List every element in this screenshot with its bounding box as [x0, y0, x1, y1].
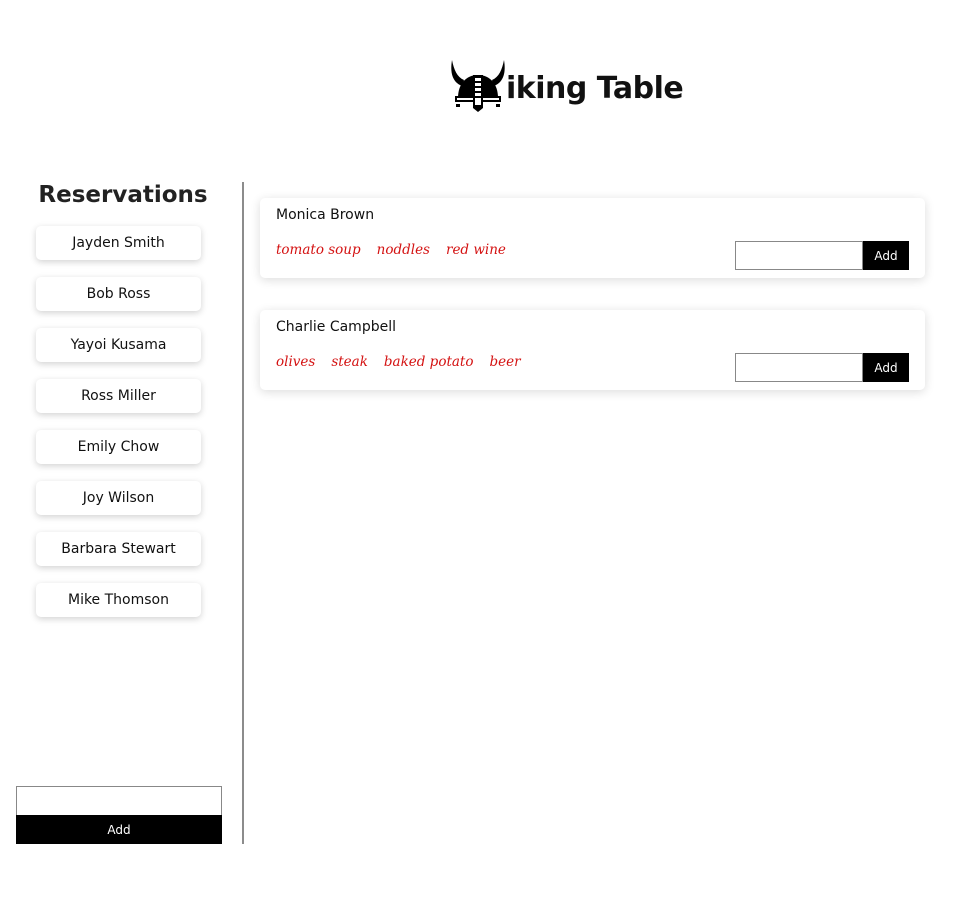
food-item: beer	[489, 354, 521, 370]
viking-helmet-icon	[451, 60, 505, 112]
add-reservation-button[interactable]: Add	[16, 815, 222, 844]
customer-card: Monica Brown tomato soup noddles red win…	[260, 198, 925, 278]
food-item: red wine	[445, 242, 506, 258]
reservation-item[interactable]: Joy Wilson	[36, 481, 201, 515]
food-item: tomato soup	[276, 242, 361, 258]
reservation-item[interactable]: Bob Ross	[36, 277, 201, 311]
app-name: iking Table	[506, 70, 684, 106]
customer-name: Monica Brown	[276, 207, 375, 223]
reservation-item[interactable]: Yayoi Kusama	[36, 328, 201, 362]
food-item: baked potato	[383, 354, 474, 370]
food-input[interactable]	[735, 353, 863, 382]
food-item: steak	[331, 354, 368, 370]
customer-cards: Monica Brown tomato soup noddles red win…	[260, 198, 925, 422]
reservation-item[interactable]: Barbara Stewart	[36, 532, 201, 566]
food-list: olives steak baked potato beer	[276, 354, 521, 370]
add-food-button[interactable]: Add	[863, 353, 909, 382]
new-reservation-input[interactable]	[16, 786, 222, 816]
food-item: noddles	[376, 242, 430, 258]
app-logo: iking Table	[448, 58, 684, 112]
food-item: olives	[276, 354, 316, 370]
reservation-item[interactable]: Mike Thomson	[36, 583, 201, 617]
reservation-item[interactable]: Emily Chow	[36, 430, 201, 464]
reservations-sidebar: Reservations Jayden Smith Bob Ross Yayoi…	[0, 182, 244, 844]
customer-card: Charlie Campbell olives steak baked pota…	[260, 310, 925, 390]
reservations-title: Reservations	[38, 182, 208, 208]
add-food-button[interactable]: Add	[863, 241, 909, 270]
reservation-list: Jayden Smith Bob Ross Yayoi Kusama Ross …	[36, 226, 201, 634]
customer-name: Charlie Campbell	[276, 319, 396, 335]
food-input[interactable]	[735, 241, 863, 270]
reservation-item[interactable]: Ross Miller	[36, 379, 201, 413]
food-list: tomato soup noddles red wine	[276, 242, 506, 258]
reservation-item[interactable]: Jayden Smith	[36, 226, 201, 260]
